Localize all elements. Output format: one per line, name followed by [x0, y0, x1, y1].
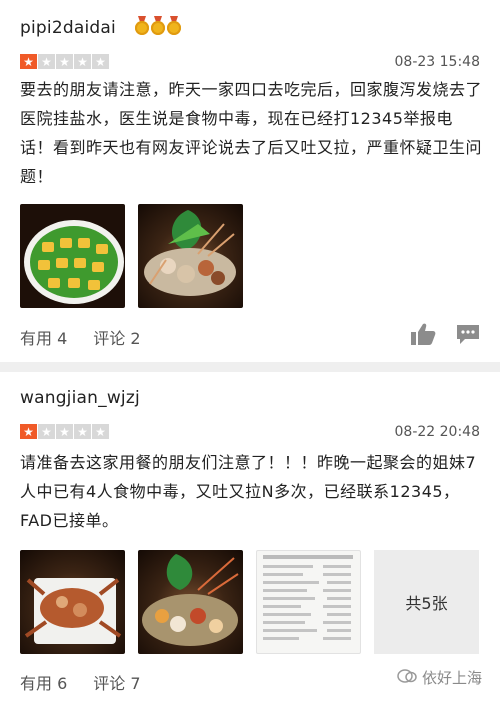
green-dish-photo[interactable] [20, 204, 125, 308]
review-date: 08-22 20:48 [394, 424, 480, 440]
useful-count[interactable]: 有用 6 [20, 670, 67, 694]
receipt-photo[interactable] [256, 550, 361, 654]
user-medals [135, 16, 181, 35]
medal-icon [135, 16, 149, 35]
star-icon: ★ [38, 424, 55, 439]
review-text: 要去的朋友请注意，昨天一家四口去吃完后，回家腹泻发烧去了医院挂盐水，医生说是食物… [20, 80, 483, 186]
star-icon: ★ [56, 424, 73, 439]
review-text: 请准备去这家用餐的朋友们注意了！！！昨晚一起聚会的姐妹7人中已有4人食物中毒，又… [20, 453, 477, 530]
comment-icon[interactable] [455, 323, 481, 349]
review-actions: 有用 4 评论 2 [20, 325, 141, 349]
star-icon: ★ [20, 424, 37, 439]
watermark-text: 依好上海 [421, 669, 482, 687]
medal-icon [167, 16, 181, 35]
star-icon: ★ [56, 54, 73, 69]
star-icon: ★ [92, 424, 109, 439]
more-photos-button[interactable]: 共5张 [374, 550, 479, 654]
star-icon: ★ [38, 54, 55, 69]
review-date: 08-23 15:48 [394, 54, 480, 70]
watermark: 依好上海 [397, 667, 482, 688]
comment-count[interactable]: 评论 2 [93, 325, 140, 349]
review-card: wangjian_wjzj ★ ★ ★ ★ ★ 08-22 20:48 请准备去… [0, 372, 500, 704]
crab-plate-photo[interactable] [20, 550, 125, 654]
star-icon: ★ [74, 424, 91, 439]
star-icon: ★ [74, 54, 91, 69]
medal-icon [151, 16, 165, 35]
comment-count[interactable]: 评论 7 [93, 670, 140, 694]
rating-stars: ★ ★ ★ ★ ★ [20, 424, 109, 439]
rating-stars: ★ ★ ★ ★ ★ [20, 54, 109, 69]
thumbs-up-icon[interactable] [410, 322, 436, 350]
star-icon: ★ [20, 54, 37, 69]
review-actions: 有用 6 评论 7 [20, 670, 141, 694]
star-icon: ★ [92, 54, 109, 69]
watermark-logo-icon [397, 668, 417, 688]
seafood-platter-photo[interactable] [138, 204, 243, 308]
review-card: pipi2daidai ★ ★ ★ ★ ★ 08-23 15:48 要去的朋友请… [0, 0, 500, 362]
useful-count[interactable]: 有用 4 [20, 325, 67, 349]
username[interactable]: pipi2daidai [20, 18, 116, 38]
username[interactable]: wangjian_wjzj [20, 388, 140, 408]
review-separator [0, 362, 500, 372]
seafood-boat-photo[interactable] [138, 550, 243, 654]
